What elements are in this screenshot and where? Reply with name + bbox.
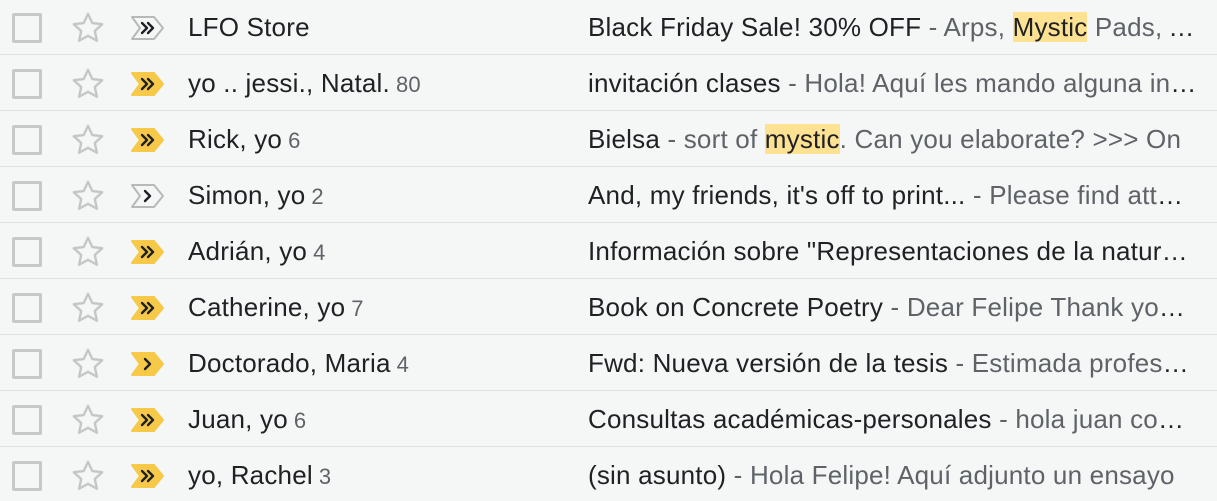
sender-name: yo, Rachel 3 (188, 460, 578, 491)
email-snippet: - Hola! Aquí les mando alguna informació… (788, 67, 1197, 98)
email-content: Fwd: Nueva versión de la tesis - Estimad… (588, 348, 1197, 379)
star-outline-icon[interactable] (70, 122, 106, 158)
thread-count: 6 (288, 127, 301, 153)
email-row[interactable]: Juan, yo 6 Consultas académicas-personales… (0, 392, 1217, 447)
importance-marker-icon[interactable] (130, 71, 166, 97)
search-highlight: Mystic (1012, 11, 1088, 42)
search-highlight: mystic (764, 123, 840, 154)
importance-marker-icon[interactable] (130, 127, 166, 153)
sender-text: Catherine, yo (188, 291, 346, 322)
checkbox-icon[interactable] (12, 68, 42, 99)
thread-count: 4 (396, 351, 410, 377)
email-subject: invitación clases (588, 67, 781, 98)
email-content: Bielsa - sort of mystic. Can you elabora… (588, 123, 1197, 155)
email-snippet: - hola juan como estas (999, 403, 1197, 434)
email-row[interactable]: Rick, yo 6 Bielsa - sort of mystic. Can yo… (0, 112, 1217, 167)
email-content: Información sobre "Representaciones de l… (588, 236, 1197, 267)
email-row[interactable]: Simon, yo 2 And, my friends, it's off to p… (0, 168, 1217, 223)
email-snippet: - Dear Felipe Thank you for (883, 291, 1197, 322)
checkbox-icon[interactable] (12, 124, 42, 155)
sender-text: Juan, yo (188, 403, 288, 434)
star-outline-icon[interactable] (70, 178, 106, 214)
star-outline-icon[interactable] (70, 290, 106, 326)
star-outline-icon[interactable] (70, 346, 106, 382)
importance-marker-icon[interactable] (130, 15, 166, 41)
email-row[interactable]: Doctorado, Maria 4 Fwd: Nueva versión de l… (0, 336, 1217, 391)
checkbox-icon[interactable] (12, 180, 42, 211)
thread-count: 4 (313, 239, 326, 265)
sender-name: Catherine, yo 7 (188, 292, 578, 323)
star-outline-icon[interactable] (70, 234, 106, 270)
thread-count: 3 (318, 463, 332, 489)
sender-name: LFO Store (188, 12, 578, 43)
sender-name: yo .. jessi., Natal. 80 (188, 68, 578, 99)
email-content: Book on Concrete Poetry - Dear Felipe Th… (588, 292, 1197, 323)
email-snippet: . Can you elaborate? >>> On (839, 123, 1182, 154)
checkbox-icon[interactable] (12, 460, 42, 491)
importance-marker-icon[interactable] (130, 407, 166, 433)
importance-marker-icon[interactable] (130, 183, 166, 209)
email-subject: Fwd: Nueva versión de la tesis (588, 347, 949, 378)
importance-marker-icon[interactable] (130, 463, 166, 489)
sender-text: LFO Store (188, 11, 310, 42)
sender-name: Juan, yo 6 (188, 404, 578, 435)
email-row[interactable]: Catherine, yo 7 Book on Concrete Poetry - … (0, 280, 1217, 335)
sender-text: Simon, yo (188, 179, 306, 210)
email-content: And, my friends, it's off to print... - … (588, 180, 1197, 211)
sender-name: Rick, yo 6 (188, 124, 578, 155)
sender-text: Adrián, yo (188, 235, 308, 266)
email-row[interactable]: Adrián, yo 4 Información sobre "Representa… (0, 224, 1217, 279)
email-snippet: - Arps, (921, 11, 1013, 42)
thread-count: 80 (395, 71, 421, 97)
email-list: LFO Store Black Friday Sale! 30% OFF - Ar… (0, 0, 1217, 501)
email-subject: Black Friday Sale! 30% OFF (588, 11, 922, 42)
importance-marker-icon[interactable] (130, 239, 166, 265)
checkbox-icon[interactable] (12, 292, 42, 323)
star-outline-icon[interactable] (70, 458, 106, 494)
sender-text: yo .. jessi., Natal. (188, 67, 390, 98)
importance-marker-icon[interactable] (130, 351, 166, 377)
sender-name: Doctorado, Maria 4 (188, 348, 578, 379)
email-content: Black Friday Sale! 30% OFF - Arps, Mysti… (588, 11, 1197, 43)
sender-name: Adrián, yo 4 (188, 236, 578, 267)
email-content: invitación clases - Hola! Aquí les mando… (588, 68, 1197, 99)
thread-count: 7 (351, 295, 364, 321)
email-snippet: - sort of (660, 123, 765, 154)
checkbox-icon[interactable] (12, 404, 42, 435)
importance-marker-icon[interactable] (130, 295, 166, 321)
email-subject: (sin asunto) (588, 459, 727, 490)
email-row[interactable]: LFO Store Black Friday Sale! 30% OFF - Ar… (0, 0, 1217, 55)
checkbox-icon[interactable] (12, 236, 42, 267)
sender-text: Doctorado, Maria (188, 347, 391, 378)
email-row[interactable]: yo .. jessi., Natal. 80 invitación clases … (0, 56, 1217, 111)
email-snippet: - Estimada profesora (948, 347, 1197, 378)
email-content: (sin asunto) - Hola Felipe! Aquí adjunto… (588, 460, 1197, 491)
sender-text: yo, Rachel (188, 459, 313, 490)
star-outline-icon[interactable] (70, 402, 106, 438)
email-subject: Bielsa (588, 123, 661, 154)
email-subject: Consultas académicas-personales (588, 403, 992, 434)
email-content: Consultas académicas-personales - hola j… (588, 404, 1197, 435)
email-subject: Book on Concrete Poetry (588, 291, 884, 322)
checkbox-icon[interactable] (12, 348, 42, 379)
star-outline-icon[interactable] (70, 10, 106, 46)
email-snippet: Pads, Analog Gear, Lead Synths (1094, 11, 1197, 42)
checkbox-icon[interactable] (12, 12, 42, 43)
email-subject: And, my friends, it's off to print... (588, 179, 966, 210)
thread-count: 6 (293, 407, 307, 433)
sender-name: Simon, yo 2 (188, 180, 578, 211)
email-subject: Información sobre "Representaciones de l… (588, 235, 1197, 266)
email-row[interactable]: yo, Rachel 3 (sin asunto) - Hola Felipe! A… (0, 448, 1217, 501)
thread-count: 2 (311, 183, 324, 209)
star-outline-icon[interactable] (70, 66, 106, 102)
email-snippet: - Hola Felipe! Aquí adjunto un ensayo (726, 459, 1175, 490)
sender-text: Rick, yo (188, 123, 283, 154)
email-snippet: - Please find attached (972, 179, 1197, 210)
